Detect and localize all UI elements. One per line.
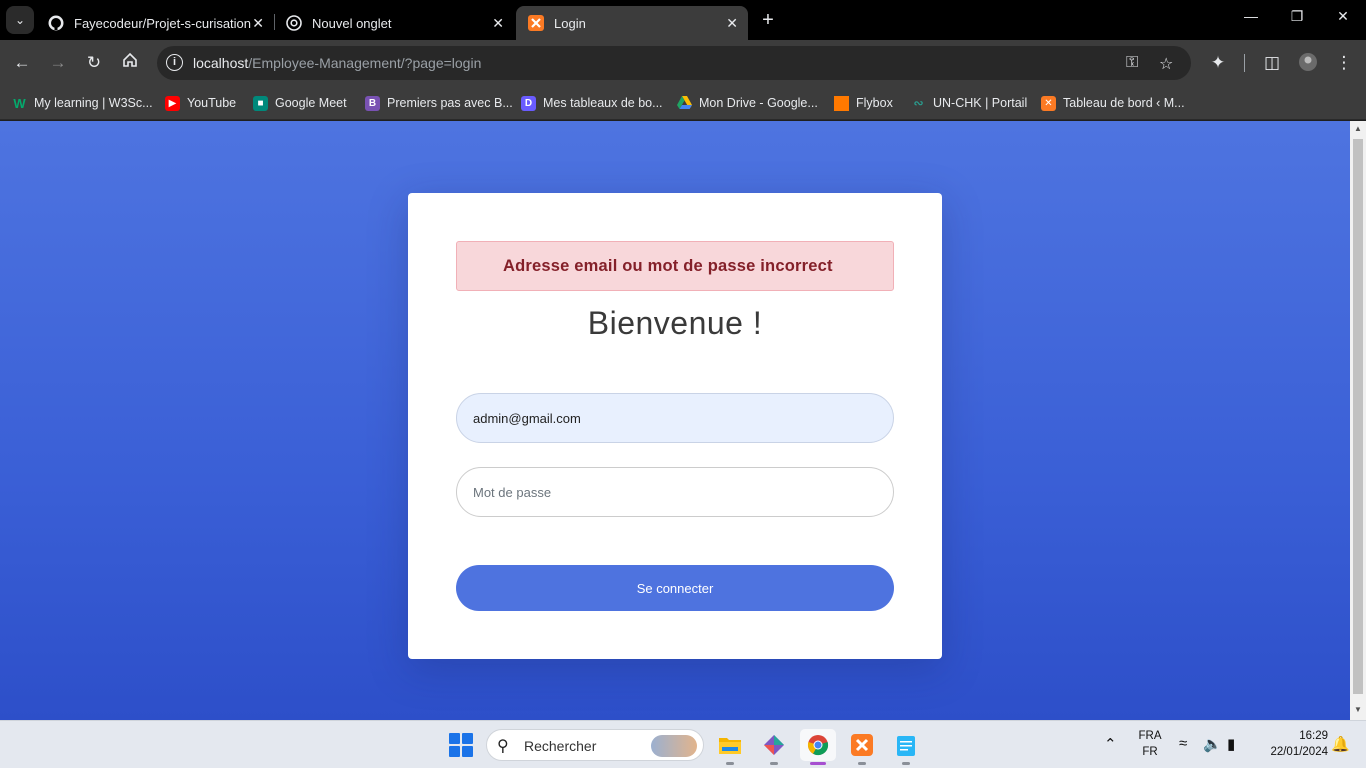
reload-icon[interactable]: ↻ (83, 52, 105, 74)
app-diamond-icon[interactable] (756, 729, 792, 765)
key-icon[interactable]: ⚿ (1126, 54, 1138, 72)
close-icon[interactable]: ✕ (252, 15, 264, 32)
wifi-icon[interactable]: ≈ (1179, 735, 1187, 752)
page-scrollbar[interactable]: ▲ ▼ (1350, 121, 1366, 720)
browser-toolbar: ← → ↻ i localhost/Employee-Management/?p… (0, 40, 1366, 86)
xampp-taskbar-icon[interactable] (844, 729, 880, 765)
drive-icon (677, 96, 692, 111)
profile-avatar-icon[interactable] (1297, 52, 1319, 74)
tab-login[interactable]: Login ✕ (516, 6, 748, 40)
w3schools-icon: W (13, 95, 26, 111)
tab-title: Nouvel onglet (312, 15, 392, 31)
xampp-icon (528, 15, 544, 31)
window-close-icon[interactable]: ✕ (1320, 8, 1366, 25)
bookmark-youtube[interactable]: ▶ YouTube (165, 93, 236, 113)
tab-title: Login (554, 15, 586, 31)
tab-title: Fayecodeur/Projet-s-curisation (74, 15, 252, 31)
file-explorer-icon[interactable] (712, 729, 748, 765)
extensions-icon[interactable]: ✦ (1207, 52, 1229, 74)
bookmark-bootstrap[interactable]: B Premiers pas avec B... (365, 93, 513, 113)
running-indicator (902, 762, 910, 765)
bookmarks-bar: W My learning | W3Sc... ▶ YouTube ■ Goog… (0, 86, 1366, 120)
keyboard-layout[interactable]: FR (1136, 746, 1164, 758)
email-field[interactable] (456, 393, 894, 443)
tab-new-tab[interactable]: Nouvel onglet ✕ (274, 6, 514, 40)
bookmark-google-meet[interactable]: ■ Google Meet (253, 93, 347, 113)
bookmark-w3schools[interactable]: W My learning | W3Sc... (12, 93, 152, 113)
github-icon (48, 15, 64, 31)
battery-icon[interactable]: ▮ (1227, 735, 1235, 753)
scroll-down-arrow-icon[interactable]: ▼ (1354, 705, 1362, 714)
bookmark-tableau-de-bord[interactable]: ✕ Tableau de bord ‹ M... (1041, 93, 1185, 113)
home-icon[interactable] (119, 52, 141, 74)
search-label: Rechercher (524, 738, 597, 754)
xampp-icon: ✕ (1041, 95, 1056, 111)
address-bar[interactable]: i localhost/Employee-Management/?page=lo… (157, 46, 1191, 80)
page-viewport: Adresse email ou mot de passe incorrect … (0, 121, 1350, 720)
error-alert: Adresse email ou mot de passe incorrect (456, 241, 894, 291)
active-indicator (810, 762, 826, 765)
bookmark-dashboards[interactable]: D Mes tableaux de bo... (521, 93, 663, 113)
volume-icon[interactable]: 🔈 (1203, 735, 1222, 753)
scrollbar-thumb[interactable] (1353, 139, 1363, 694)
windows-start-icon[interactable] (449, 733, 473, 757)
site-info-icon[interactable]: i (166, 54, 183, 71)
youtube-icon: ▶ (165, 95, 180, 111)
tab-search-button[interactable]: ⌄ (6, 6, 34, 34)
restore-icon[interactable]: ❐ (1274, 8, 1320, 25)
clock-time[interactable]: 16:29 (1256, 730, 1328, 742)
notification-bell-icon[interactable]: 🔔 (1331, 735, 1350, 753)
tab-github[interactable]: Fayecodeur/Projet-s-curisation ✕ (36, 6, 274, 40)
input-language[interactable]: FRA (1136, 730, 1164, 742)
bootstrap-icon: B (365, 95, 380, 111)
tab-strip: ⌄ Fayecodeur/Projet-s-curisation ✕ Nouve… (0, 0, 1366, 40)
side-panel-icon[interactable]: ◫ (1261, 52, 1283, 74)
close-icon[interactable]: ✕ (492, 15, 504, 32)
taskbar-search[interactable]: ⚲ Rechercher (486, 729, 704, 761)
scroll-up-arrow-icon[interactable]: ▲ (1354, 124, 1362, 133)
chrome-icon (286, 15, 302, 31)
search-highlight-image (651, 735, 697, 757)
running-indicator (770, 762, 778, 765)
login-card: Adresse email ou mot de passe incorrect … (408, 193, 942, 659)
toolbar-divider (1244, 54, 1245, 72)
minimize-icon[interactable]: — (1228, 8, 1274, 24)
bookmark-unchk[interactable]: ∾ UN-CHK | Portail (911, 93, 1027, 113)
running-indicator (858, 762, 866, 765)
star-icon[interactable]: ☆ (1159, 54, 1173, 74)
dashboard-icon: D (521, 95, 536, 111)
page-title: Bienvenue ! (587, 305, 763, 341)
close-icon[interactable]: ✕ (726, 15, 738, 32)
orange-icon (834, 95, 849, 111)
search-icon: ⚲ (497, 738, 509, 755)
address-url[interactable]: localhost/Employee-Management/?page=logi… (193, 55, 481, 71)
chevron-down-icon: ⌄ (14, 13, 26, 27)
clock-date[interactable]: 22/01/2024 (1256, 746, 1328, 758)
bookmark-google-drive[interactable]: Mon Drive - Google... (677, 93, 818, 113)
chevron-up-icon[interactable]: ⌃ (1104, 735, 1117, 753)
password-field[interactable] (456, 467, 894, 517)
bookmark-flybox[interactable]: Flybox (834, 93, 893, 113)
new-tab-plus-icon[interactable]: + (758, 9, 778, 32)
menu-kebab-icon[interactable]: ⋮ (1333, 52, 1355, 74)
unchk-icon: ∾ (913, 96, 924, 110)
login-button[interactable]: Se connecter (456, 565, 894, 611)
notepad-icon[interactable] (888, 729, 924, 765)
back-arrow-icon[interactable]: ← (11, 52, 33, 74)
windows-taskbar: ⚲ Rechercher ⌃ FRA FR ≈ 🔈 ▮ 16:29 22/01/… (0, 720, 1366, 768)
chrome-taskbar-icon[interactable] (800, 729, 836, 765)
forward-arrow-icon[interactable]: → (47, 52, 69, 74)
meet-icon: ■ (253, 95, 268, 111)
running-indicator (726, 762, 734, 765)
